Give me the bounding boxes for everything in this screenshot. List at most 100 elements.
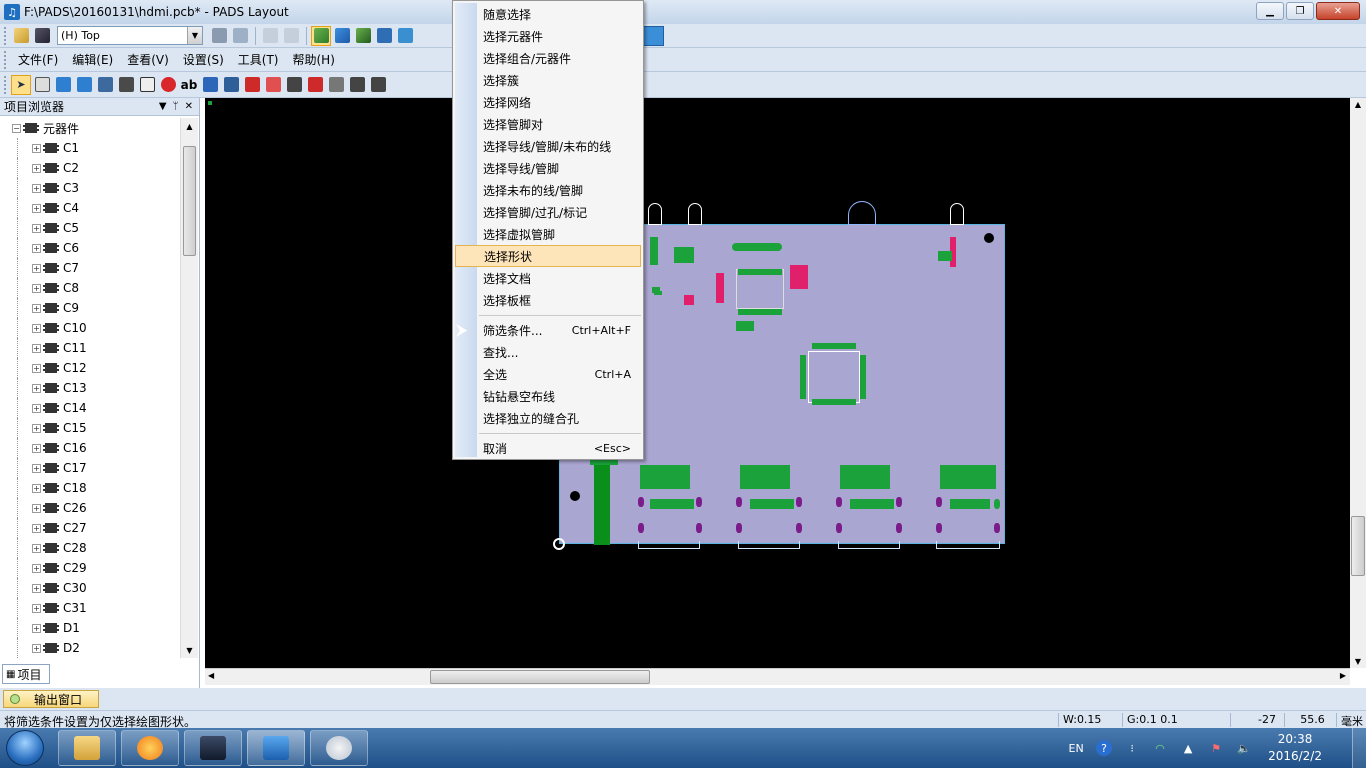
- add-route-icon[interactable]: [74, 75, 94, 95]
- clock[interactable]: 20:38 2016/2/2: [1268, 731, 1322, 765]
- tree-item[interactable]: + C2: [0, 158, 180, 178]
- tree-item[interactable]: + C30: [0, 578, 180, 598]
- save-icon[interactable]: [32, 26, 52, 46]
- expand-icon[interactable]: +: [32, 423, 41, 433]
- via-icon[interactable]: [221, 75, 241, 95]
- menu-item[interactable]: 选择组合/元器件: [455, 47, 641, 69]
- expand-icon[interactable]: +: [32, 603, 41, 613]
- expand-icon[interactable]: +: [32, 223, 41, 233]
- copper-pour[interactable]: [594, 465, 610, 545]
- layer-select[interactable]: (H) Top ▼: [57, 26, 203, 45]
- scroll-down-icon[interactable]: ▼: [181, 642, 198, 658]
- jumper-icon[interactable]: [326, 75, 346, 95]
- menu-item[interactable]: 随意选择: [455, 3, 641, 25]
- menu-help[interactable]: 帮助(H): [286, 50, 342, 70]
- select-arrow-icon[interactable]: ➤: [11, 74, 31, 95]
- tree-item[interactable]: + C8: [0, 278, 180, 298]
- cluster-place-icon[interactable]: [347, 75, 367, 95]
- menu-item[interactable]: 选择文档: [455, 267, 641, 289]
- menu-item[interactable]: 选择管脚/过孔/标记: [455, 201, 641, 223]
- plane-icon[interactable]: [242, 75, 262, 95]
- expand-icon[interactable]: +: [32, 143, 41, 153]
- tree-item[interactable]: + C5: [0, 218, 180, 238]
- expand-icon[interactable]: +: [32, 343, 41, 353]
- expand-icon[interactable]: +: [32, 383, 41, 393]
- net-icon[interactable]: [284, 75, 304, 95]
- list-icon[interactable]: [368, 75, 388, 95]
- zoom-fit-icon[interactable]: [281, 26, 301, 46]
- menu-item[interactable]: 选择形状: [455, 245, 641, 267]
- output-window-tab[interactable]: 输出窗口: [3, 690, 99, 708]
- menu-item[interactable]: 选择管脚对: [455, 113, 641, 135]
- route-trace-icon[interactable]: [53, 75, 73, 95]
- line-icon[interactable]: [374, 26, 394, 46]
- taskbar-browser[interactable]: [121, 730, 179, 766]
- menu-grip[interactable]: [4, 50, 7, 69]
- design-toolbar-icon[interactable]: [311, 25, 331, 46]
- minimize-button[interactable]: ▁: [1256, 2, 1284, 20]
- toolbar-icon-partial[interactable]: [642, 26, 664, 46]
- menu-item[interactable]: 全选 Ctrl+A: [455, 363, 641, 385]
- scroll-thumb[interactable]: [183, 146, 196, 256]
- tree-item[interactable]: + C29: [0, 558, 180, 578]
- menu-item[interactable]: 选择元器件: [455, 25, 641, 47]
- zoom-area-icon[interactable]: [260, 26, 280, 46]
- text-icon[interactable]: ab: [179, 75, 199, 95]
- tree-item[interactable]: + D2: [0, 638, 180, 658]
- expand-icon[interactable]: +: [32, 203, 41, 213]
- tree-item[interactable]: + C9: [0, 298, 180, 318]
- canvas-horizontal-scrollbar[interactable]: ◀ ▶: [205, 668, 1350, 685]
- volume-icon[interactable]: 🔈: [1236, 740, 1252, 756]
- menu-item[interactable]: 选择未布的线/管脚: [455, 179, 641, 201]
- close-button[interactable]: ✕: [1316, 2, 1360, 20]
- menu-item[interactable]: 取消 <Esc>: [455, 437, 641, 459]
- expand-icon[interactable]: +: [32, 463, 41, 473]
- expand-icon[interactable]: +: [32, 643, 41, 653]
- tree-item[interactable]: + C7: [0, 258, 180, 278]
- taskbar-explorer[interactable]: [58, 730, 116, 766]
- scroll-up-icon[interactable]: ▲: [181, 118, 198, 134]
- taskbar-media[interactable]: [184, 730, 242, 766]
- network-icon[interactable]: ◠: [1152, 740, 1168, 756]
- input-options-icon[interactable]: ⁝: [1124, 740, 1140, 756]
- canvas-vertical-scrollbar[interactable]: ▲ ▼: [1350, 98, 1366, 668]
- menu-edit[interactable]: 编辑(E): [65, 50, 120, 70]
- show-hidden-icon[interactable]: ▲: [1180, 740, 1196, 756]
- expand-icon[interactable]: +: [32, 263, 41, 273]
- print-icon[interactable]: [209, 26, 229, 46]
- restore-button[interactable]: ❐: [1286, 2, 1314, 20]
- taskbar-paint[interactable]: [310, 730, 368, 766]
- tree-item[interactable]: + C4: [0, 198, 180, 218]
- toolbar-grip[interactable]: [4, 26, 7, 45]
- expand-icon[interactable]: +: [32, 443, 41, 453]
- tree-scrollbar[interactable]: ▲ ▼: [180, 118, 198, 658]
- tree-item[interactable]: + D1: [0, 618, 180, 638]
- project-tab[interactable]: ▦ 项目: [2, 664, 50, 684]
- language-indicator[interactable]: EN: [1068, 740, 1084, 756]
- no-entry-icon[interactable]: [158, 75, 178, 95]
- menu-file[interactable]: 文件(F): [11, 50, 65, 70]
- expand-icon[interactable]: +: [32, 303, 41, 313]
- tree-item[interactable]: + C27: [0, 518, 180, 538]
- tree-item[interactable]: + C17: [0, 458, 180, 478]
- sketch-route-icon[interactable]: [116, 75, 136, 95]
- pin-icon[interactable]: [305, 75, 325, 95]
- menu-item[interactable]: 查找...: [455, 341, 641, 363]
- action-center-icon[interactable]: ⚑: [1208, 740, 1224, 756]
- scroll-thumb[interactable]: [1351, 516, 1365, 576]
- tree-item[interactable]: + C14: [0, 398, 180, 418]
- collapse-icon[interactable]: −: [12, 123, 21, 133]
- menu-item[interactable]: 筛选条件... Ctrl+Alt+F: [455, 319, 641, 341]
- tree-item[interactable]: + C31: [0, 598, 180, 618]
- tree-item[interactable]: + C26: [0, 498, 180, 518]
- scroll-left-icon[interactable]: ◀: [208, 671, 214, 680]
- expand-icon[interactable]: +: [32, 623, 41, 633]
- menu-item[interactable]: 选择独立的缝合孔: [455, 407, 641, 429]
- scroll-down-icon[interactable]: ▼: [1350, 657, 1366, 666]
- menu-view[interactable]: 查看(V): [120, 50, 176, 70]
- expand-icon[interactable]: +: [32, 363, 41, 373]
- expand-icon[interactable]: +: [32, 483, 41, 493]
- expand-icon[interactable]: +: [32, 523, 41, 533]
- tree-root[interactable]: − 元器件: [0, 118, 180, 138]
- show-desktop-button[interactable]: [1352, 728, 1366, 768]
